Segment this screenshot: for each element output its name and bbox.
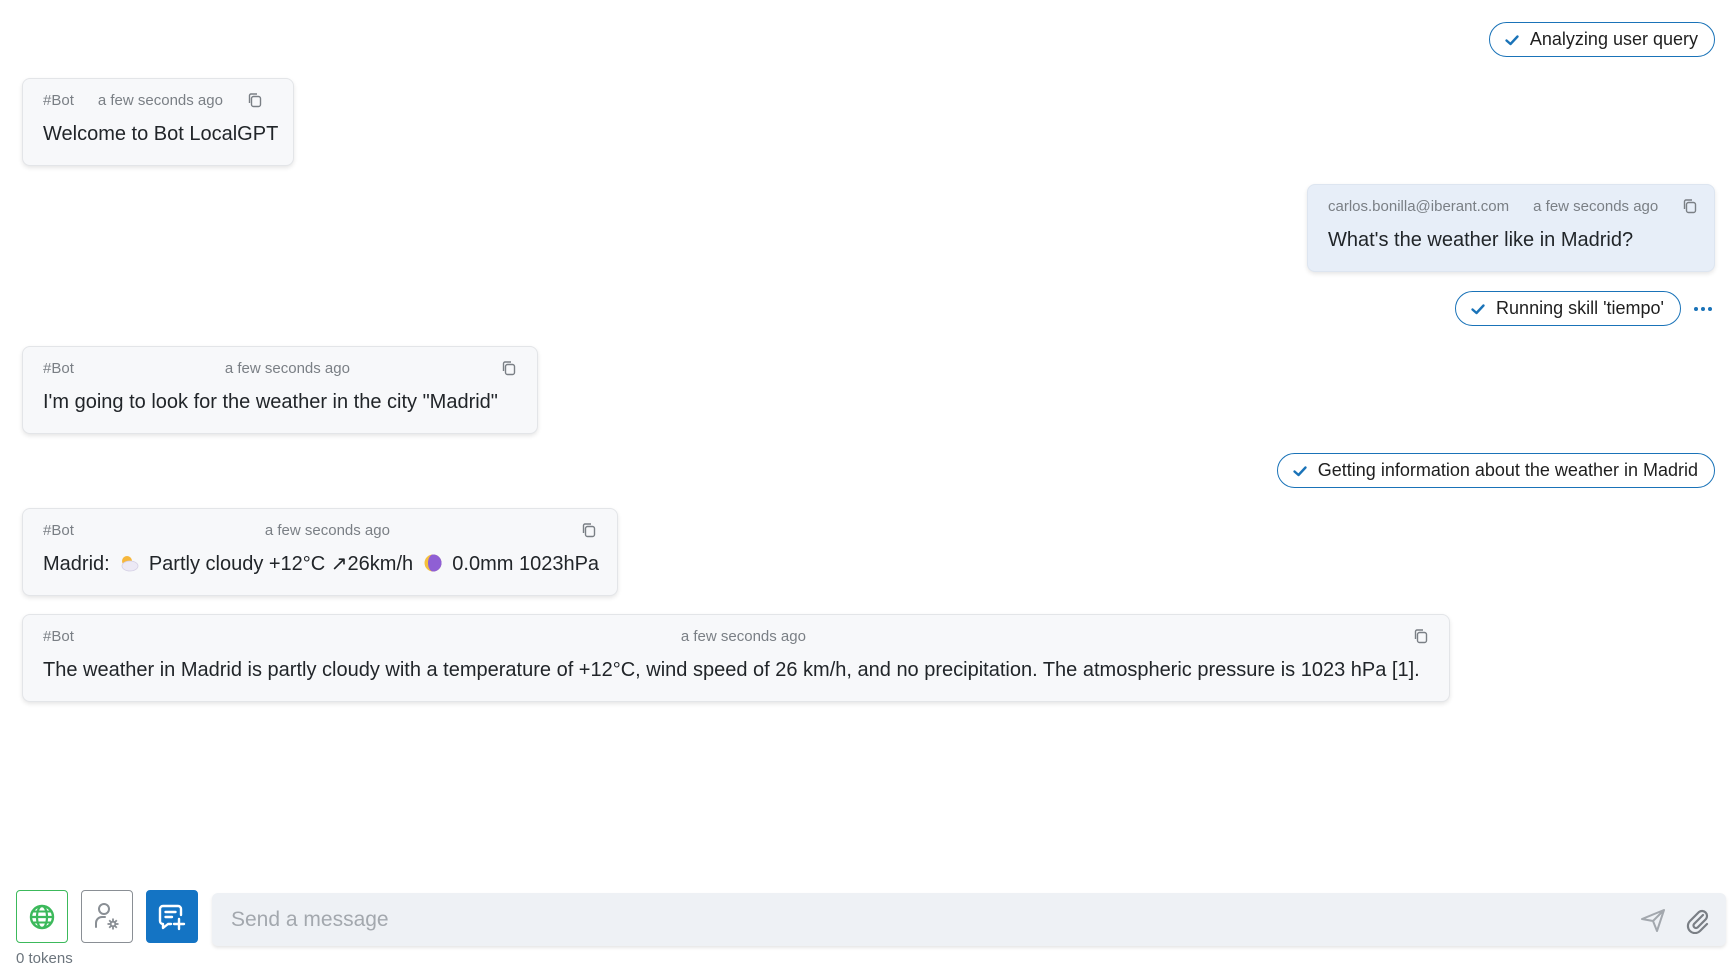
message-text: Welcome to Bot LocalGPT xyxy=(43,123,279,145)
status-pill-label: Getting information about the weather in… xyxy=(1317,460,1698,480)
message-author: #Bot xyxy=(43,91,74,109)
check-icon xyxy=(1471,303,1485,314)
message-input[interactable] xyxy=(212,893,1638,946)
weather-condition: Partly cloudy +12°C ↗26km/h xyxy=(148,553,414,575)
chat-window: Analyzing user query #Bot a few seconds … xyxy=(0,0,1733,974)
message-header: carlos.bonilla@iberant.com a few seconds… xyxy=(1328,193,1697,219)
bot-message: #Bot a few seconds ago Welcome to Bot Lo… xyxy=(22,78,294,166)
send-icon xyxy=(1641,908,1665,932)
status-pill-getting-info[interactable]: Getting information about the weather in… xyxy=(1276,453,1715,488)
attach-button[interactable] xyxy=(1682,905,1712,935)
message-header: #Bot a few seconds ago xyxy=(43,517,597,543)
user-gear-icon xyxy=(95,902,119,929)
send-button[interactable] xyxy=(1638,905,1668,935)
more-options-icon[interactable] xyxy=(1691,301,1715,317)
message-header: #Bot a few seconds ago xyxy=(43,623,1429,649)
check-icon xyxy=(1293,465,1307,476)
web-search-button[interactable] xyxy=(16,890,68,943)
status-row: Getting information about the weather in… xyxy=(1276,453,1715,488)
bot-message: #Bot a few seconds ago The weather in Ma… xyxy=(22,614,1450,702)
new-chat-button[interactable] xyxy=(146,890,198,943)
message-timestamp: a few seconds ago xyxy=(224,359,350,377)
chat-plus-icon xyxy=(158,904,186,930)
paperclip-icon xyxy=(1686,909,1709,934)
sun-behind-cloud-icon xyxy=(121,556,139,572)
weather-details: 0.0mm 1023hPa xyxy=(452,553,600,575)
message-text: I'm going to look for the weather in the… xyxy=(43,391,498,413)
composer xyxy=(212,893,1726,946)
bot-message: #Bot a few seconds ago Madrid: Partly cl… xyxy=(22,508,618,596)
message-timestamp: a few seconds ago xyxy=(97,91,223,109)
message-timestamp: a few seconds ago xyxy=(1533,197,1659,215)
status-pill-analyzing[interactable]: Analyzing user query xyxy=(1488,22,1715,57)
message-author: #Bot xyxy=(43,521,74,539)
persona-settings-button[interactable] xyxy=(81,890,133,943)
status-pill-label: Analyzing user query xyxy=(1529,29,1698,49)
status-row: Running skill 'tiempo' xyxy=(1455,291,1715,326)
copy-icon[interactable] xyxy=(501,360,517,376)
message-text: What's the weather like in Madrid? xyxy=(1328,229,1634,251)
copy-icon[interactable] xyxy=(1682,198,1698,214)
check-icon xyxy=(1505,34,1519,45)
status-row: Analyzing user query xyxy=(1488,22,1715,57)
message-timestamp: a few seconds ago xyxy=(680,627,806,645)
status-pill-label: Running skill 'tiempo' xyxy=(1496,298,1664,318)
token-counter: 0 tokens xyxy=(16,950,73,967)
user-message: carlos.bonilla@iberant.com a few seconds… xyxy=(1307,184,1715,272)
weather-city: Madrid: xyxy=(43,553,110,575)
message-author: #Bot xyxy=(43,627,74,645)
message-header: #Bot a few seconds ago xyxy=(43,87,273,113)
moon-phase-icon xyxy=(424,554,442,572)
bot-message: #Bot a few seconds ago I'm going to look… xyxy=(22,346,538,434)
message-text: The weather in Madrid is partly cloudy w… xyxy=(43,659,1420,681)
copy-icon[interactable] xyxy=(581,522,597,538)
status-pill-running-skill[interactable]: Running skill 'tiempo' xyxy=(1455,291,1681,326)
message-text: Madrid: Partly cloudy +12°C ↗26km/h 0.0m… xyxy=(43,551,600,577)
globe-icon xyxy=(29,904,55,929)
message-author: #Bot xyxy=(43,359,74,377)
copy-icon[interactable] xyxy=(247,92,263,108)
message-timestamp: a few seconds ago xyxy=(264,521,390,539)
copy-icon[interactable] xyxy=(1413,628,1429,644)
message-header: #Bot a few seconds ago xyxy=(43,355,517,381)
message-author: carlos.bonilla@iberant.com xyxy=(1328,197,1510,215)
